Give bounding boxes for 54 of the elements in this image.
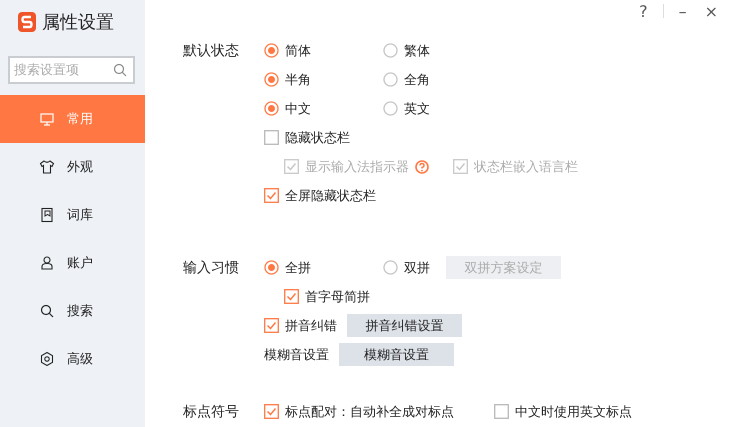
minimize-button[interactable]: – <box>670 2 696 20</box>
radio-label: 全角 <box>404 72 430 88</box>
help-button[interactable]: ? <box>630 2 657 20</box>
settings-icon <box>39 351 55 367</box>
radio-button[interactable] <box>264 72 279 87</box>
radio-button[interactable] <box>383 43 398 58</box>
checkbox[interactable] <box>264 188 279 203</box>
radio-button[interactable] <box>383 101 398 116</box>
sidebar-item[interactable]: 外观 <box>0 143 145 191</box>
checkbox-label: 拼音纠错 <box>285 318 337 334</box>
radio-button[interactable] <box>264 101 279 116</box>
sidebar-item[interactable]: 高级 <box>0 335 145 383</box>
checkbox[interactable] <box>494 404 509 419</box>
checkbox-label: 中文时使用英文标点 <box>515 404 632 420</box>
checkbox-label: 首字母简拼 <box>305 288 370 306</box>
search-icon <box>39 303 55 319</box>
radio-button[interactable] <box>264 43 279 58</box>
radio-label: 半角 <box>285 72 311 88</box>
section-label: 输入习惯 <box>183 258 240 278</box>
search-icon <box>112 62 128 78</box>
settings-button[interactable]: 模糊音设置 <box>339 343 454 366</box>
window-title: 属性设置 <box>42 11 114 34</box>
sidebar-item[interactable]: 账户 <box>0 239 145 287</box>
radio-button[interactable] <box>383 72 398 87</box>
checkbox[interactable] <box>264 318 279 333</box>
section-label: 标点符号 <box>183 402 240 422</box>
checkbox[interactable] <box>264 404 279 419</box>
checkbox-label: 状态栏嵌入语言栏 <box>474 158 578 176</box>
close-button[interactable]: × <box>696 2 727 20</box>
checkbox[interactable] <box>284 289 299 304</box>
radio-label: 全拼 <box>285 260 311 276</box>
sidebar-item[interactable]: 搜索 <box>0 287 145 335</box>
sidebar-item[interactable]: 词库 <box>0 191 145 239</box>
section-label: 默认状态 <box>183 42 240 60</box>
checkbox-label: 全屏隐藏状态栏 <box>285 188 376 204</box>
checkbox-label: 隐藏状态栏 <box>285 130 350 146</box>
radio-button[interactable] <box>383 260 398 275</box>
radio-label: 繁体 <box>404 42 430 60</box>
checkbox[interactable] <box>264 130 279 145</box>
book-icon <box>39 207 55 223</box>
radio-button[interactable] <box>264 260 279 275</box>
radio-label: 简体 <box>285 42 311 60</box>
radio-label: 双拼 <box>404 260 430 276</box>
checkbox-label: 显示输入法指示器 <box>305 158 409 176</box>
logo-icon <box>18 12 36 32</box>
shirt-icon <box>39 159 55 175</box>
person-icon <box>39 255 55 271</box>
radio-label: 中文 <box>285 100 311 118</box>
radio-label: 英文 <box>404 100 430 118</box>
setting-label: 模糊音设置 <box>264 346 329 364</box>
settings-button[interactable]: 拼音纠错设置 <box>347 314 462 337</box>
checkbox-label: 标点配对：自动补全成对标点 <box>285 404 454 420</box>
search-field[interactable]: 搜索设置项 <box>8 56 135 84</box>
monitor-icon <box>39 111 55 127</box>
